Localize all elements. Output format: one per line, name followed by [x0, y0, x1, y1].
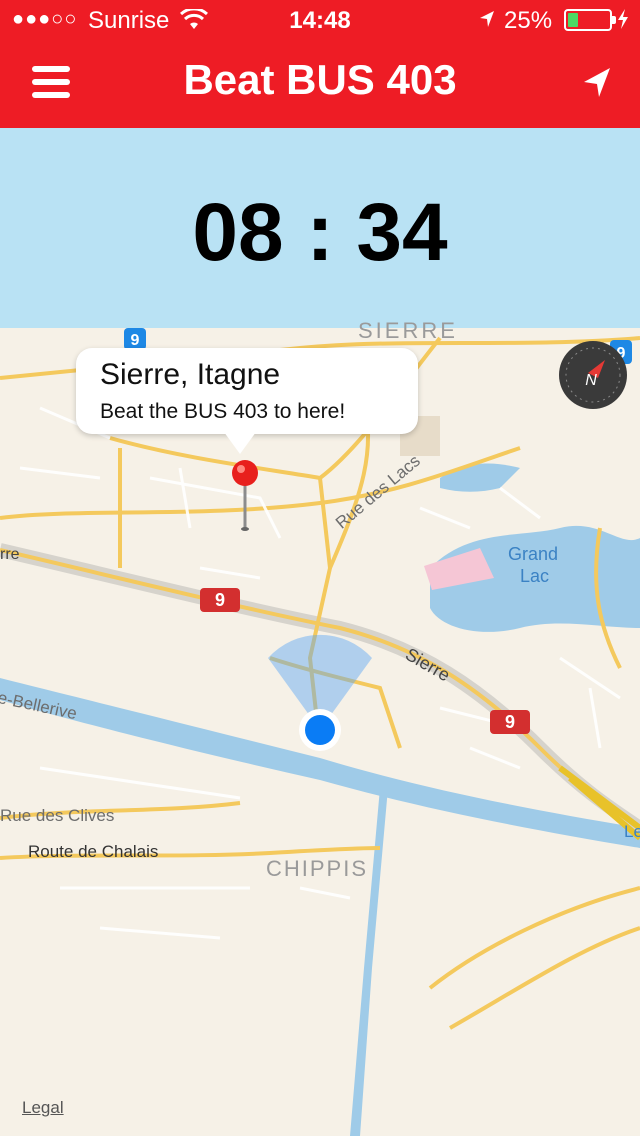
status-bar: ●●●○○ Sunrise 14:48 25%: [0, 0, 640, 40]
map-canvas[interactable]: 9 9 9 9: [0, 328, 640, 1136]
legal-link[interactable]: Legal: [22, 1098, 64, 1118]
destination-callout[interactable]: Sierre, Itagne Beat the BUS 403 to here!: [76, 348, 418, 454]
page-title: Beat BUS 403: [183, 56, 457, 103]
compass-icon[interactable]: N: [558, 340, 628, 410]
svg-text:9: 9: [131, 332, 140, 349]
battery-fill: [568, 13, 578, 27]
charging-bolt-icon: [618, 9, 628, 29]
map-label-lac: Lac: [520, 566, 550, 586]
callout-title: Sierre, Itagne: [100, 358, 281, 391]
nav-bar: Beat BUS 403: [0, 40, 640, 128]
map-label-grand: Grand: [508, 544, 559, 564]
svg-text:N: N: [585, 372, 597, 389]
battery-percent: 25%: [504, 7, 553, 34]
app-root: ●●●○○ Sunrise 14:48 25% Beat BUS 403 08 …: [0, 0, 640, 1136]
map-label-rue-des-clives: Rue des Clives: [0, 806, 115, 825]
svg-text:9: 9: [215, 590, 225, 610]
map-label-chippis: CHIPPIS: [266, 856, 369, 881]
map-label-sierre-left: rre: [0, 546, 20, 563]
svg-text:9: 9: [505, 712, 515, 732]
map-label-route-de-chalais: Route de Chalais: [28, 842, 159, 861]
map-label-le: Le: [624, 822, 640, 841]
callout-tail: [224, 432, 256, 454]
location-arrow-icon: [480, 11, 494, 27]
callout-subtitle: Beat the BUS 403 to here!: [100, 400, 346, 423]
timer-panel: 08 : 34: [0, 128, 640, 328]
countdown-timer: 08 : 34: [192, 187, 448, 278]
location-arrow-icon[interactable]: [580, 64, 614, 100]
battery-icon: [564, 9, 616, 31]
map-view[interactable]: 9 9 9 9 SIERRE Rue des Lacs Grand Lac Si…: [0, 318, 640, 1136]
map-label-sierre-town: SIERRE: [358, 318, 458, 343]
